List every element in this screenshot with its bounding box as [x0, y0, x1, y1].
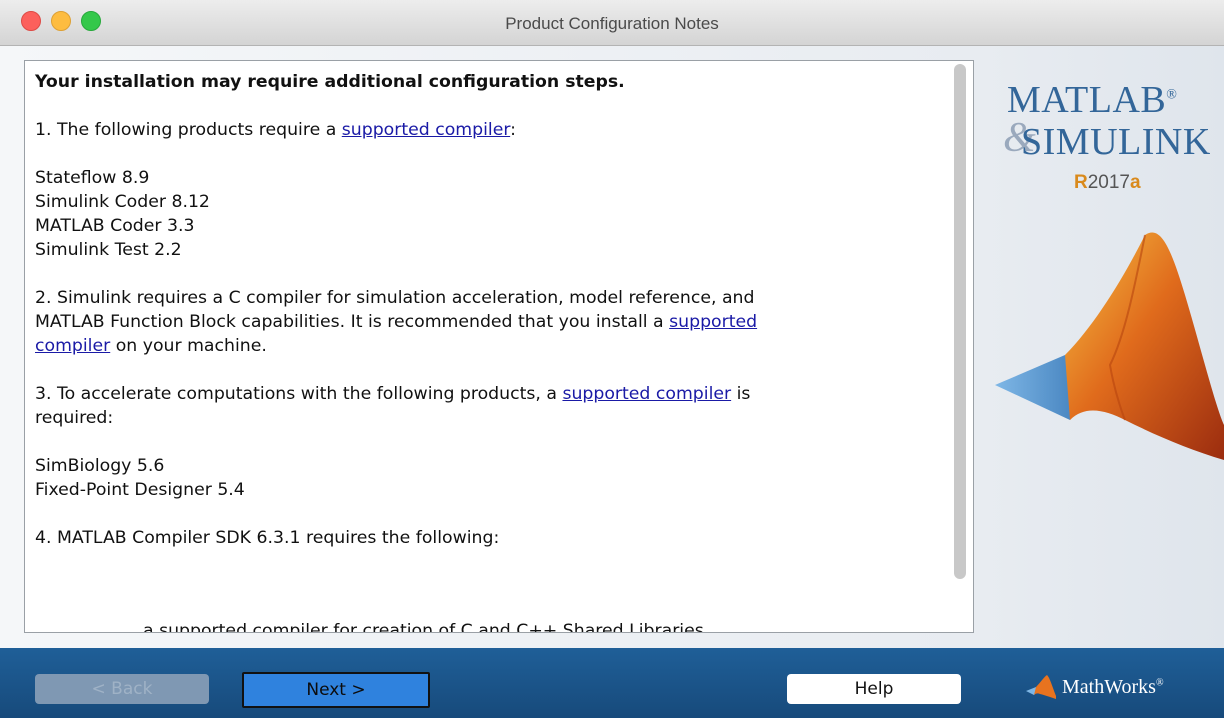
vertical-scrollbar[interactable]: [954, 64, 966, 579]
release-label: R2017a: [1074, 172, 1141, 194]
cutoff-text: a supported compiler for creation of C a…: [143, 621, 704, 633]
cutoff-text-line: a supported compiler for creation of C a…: [35, 621, 935, 633]
note-item-2-line-3: compiler on your machine.: [35, 334, 935, 358]
release-r: R: [1074, 172, 1088, 193]
mathworks-wordmark: MathWorks®: [1062, 676, 1164, 699]
note-item-3-text: 3. To accelerate computations with the f…: [35, 384, 563, 404]
note-item-3-line-2: required:: [35, 408, 114, 428]
note-item-2: 2. Simulink requires a C compiler for si…: [35, 286, 935, 358]
note-item-2-line-1: 2. Simulink requires a C compiler for si…: [35, 288, 755, 308]
help-button[interactable]: Help: [787, 674, 961, 704]
registered-mark: ®: [1166, 87, 1178, 103]
supported-compiler-link[interactable]: supported compiler: [562, 384, 731, 404]
notes-heading: Your installation may require additional…: [35, 72, 625, 92]
note-item-2-line-2: MATLAB Function Block capabilities. It i…: [35, 310, 935, 334]
title-bar: Product Configuration Notes: [0, 0, 1224, 46]
membrane-logo-icon: [995, 232, 1224, 460]
product-item: MATLAB Coder 3.3: [35, 216, 195, 236]
matlab-simulink-logo: MATLAB® & SIMULINK R2017a: [975, 60, 1224, 460]
note-item-3-suffix: is: [731, 384, 751, 404]
note-item-2-text: MATLAB Function Block capabilities. It i…: [35, 312, 670, 332]
product-item: Fixed-Point Designer 5.4: [35, 480, 245, 500]
wizard-button-bar: < Back Next > Help MathWorks®: [0, 648, 1224, 718]
mathworks-registered-mark: ®: [1155, 676, 1164, 688]
supported-compiler-link[interactable]: supported compiler: [342, 120, 510, 140]
product-item: SimBiology 5.6: [35, 456, 165, 476]
note-item-1-suffix: :: [510, 120, 516, 140]
release-a: a: [1130, 172, 1141, 193]
note-item-1-text: 1. The following products require a: [35, 120, 342, 140]
note-item-3-line-1: 3. To accelerate computations with the f…: [35, 382, 935, 406]
installer-window: Product Configuration Notes Your install…: [0, 0, 1224, 718]
note-item-2-suffix: on your machine.: [110, 336, 267, 356]
window-title: Product Configuration Notes: [505, 14, 719, 33]
supported-compiler-link[interactable]: supported: [669, 312, 757, 332]
content-area: Your installation may require additional…: [0, 46, 1224, 648]
simulink-wordmark: SIMULINK: [1021, 121, 1211, 163]
mathworks-membrane-icon: [1026, 675, 1056, 699]
product-item: Simulink Test 2.2: [35, 240, 182, 260]
product-item: Simulink Coder 8.12: [35, 192, 210, 212]
accel-products-list: SimBiology 5.6 Fixed-Point Designer 5.4: [35, 454, 935, 502]
note-item-4: 4. MATLAB Compiler SDK 6.3.1 requires th…: [35, 528, 500, 548]
note-item-3: 3. To accelerate computations with the f…: [35, 382, 935, 430]
product-item: Stateflow 8.9: [35, 168, 150, 188]
mathworks-logo: MathWorks®: [1026, 670, 1164, 704]
supported-compiler-link[interactable]: compiler: [35, 336, 110, 356]
configuration-notes-text: Your installation may require additional…: [35, 70, 935, 574]
release-year: 2017: [1087, 172, 1131, 193]
compiler-products-list: Stateflow 8.9 Simulink Coder 8.12 MATLAB…: [35, 166, 935, 262]
configuration-notes-panel[interactable]: Your installation may require additional…: [24, 60, 974, 633]
next-button[interactable]: Next >: [242, 672, 430, 708]
note-item-1: 1. The following products require a supp…: [35, 118, 935, 142]
back-button[interactable]: < Back: [35, 674, 209, 704]
mathworks-wordmark-text: MathWorks: [1062, 675, 1156, 698]
